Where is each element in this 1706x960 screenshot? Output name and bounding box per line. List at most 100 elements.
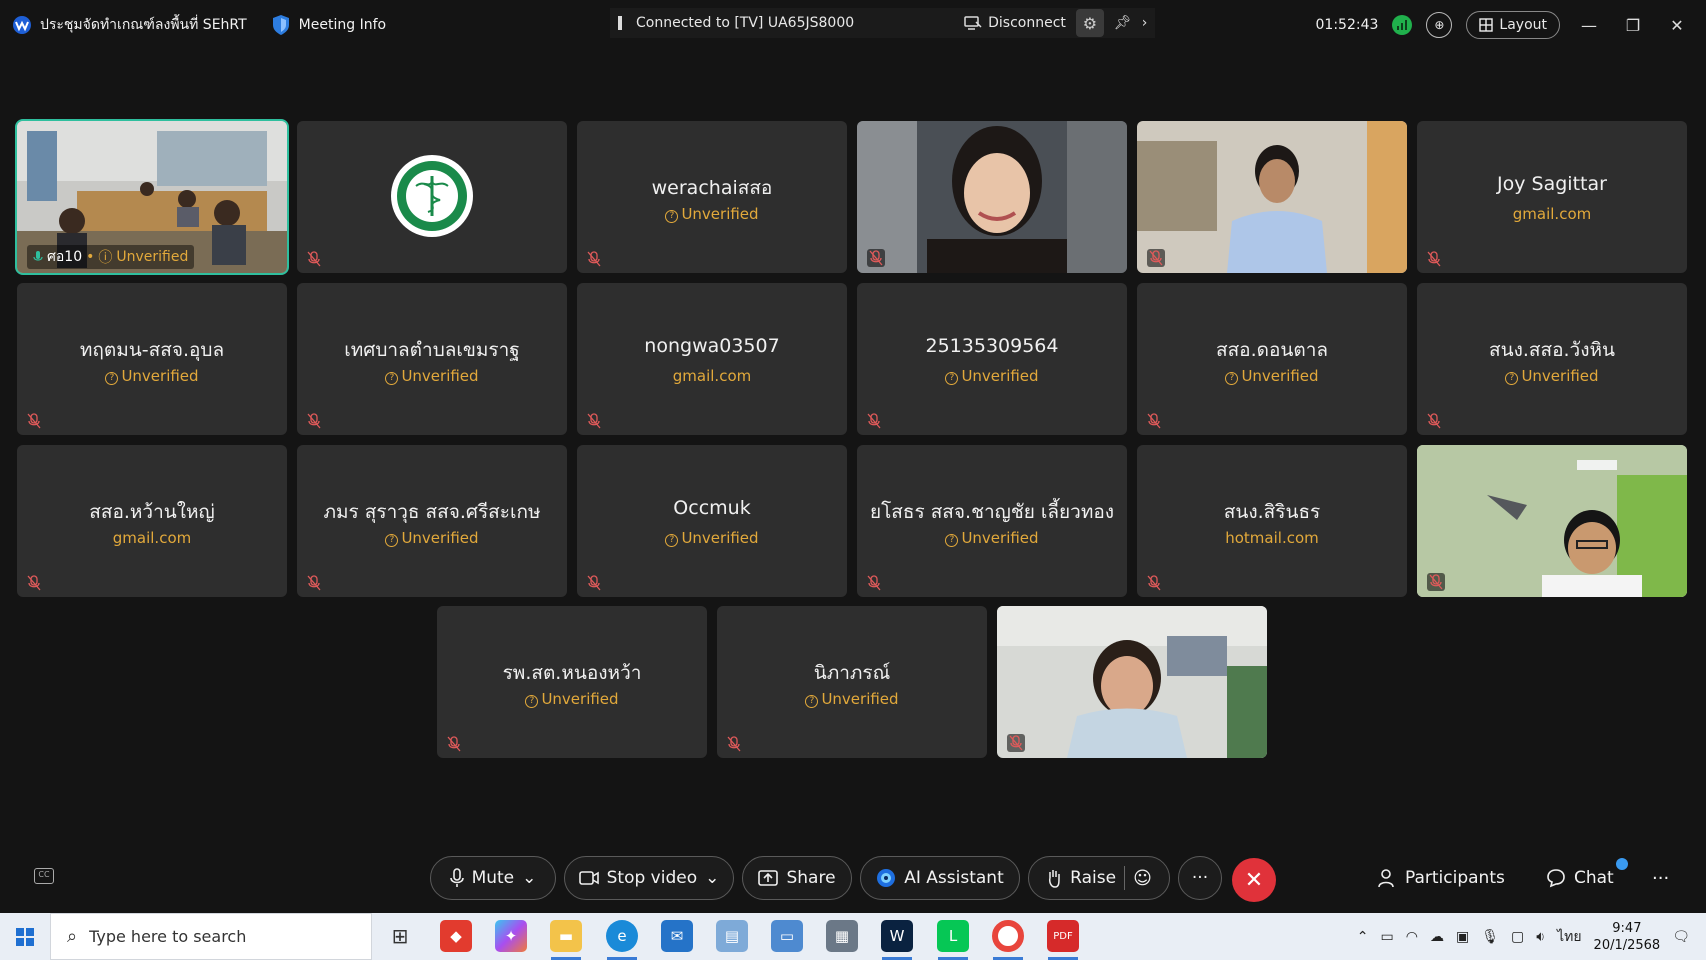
participant-tile[interactable]: werachaiสสอ ? Unverified bbox=[577, 121, 847, 273]
participant-tile[interactable]: สสอ.หว้านใหญ่ gmail.com bbox=[17, 445, 287, 597]
file-explorer-icon[interactable]: ▬ bbox=[550, 920, 582, 952]
participants-button[interactable]: Participants bbox=[1377, 868, 1505, 888]
pdf-editor-icon[interactable]: PDF bbox=[1047, 920, 1079, 952]
edge-browser-icon[interactable]: e bbox=[606, 920, 638, 952]
mail-icon[interactable]: ✉ bbox=[661, 920, 693, 952]
participant-tile[interactable]: 25135309564 ? Unverified bbox=[857, 283, 1127, 435]
microphone-tray-icon[interactable]: 🎙︎ bbox=[1481, 929, 1499, 945]
share-button[interactable]: Share bbox=[742, 856, 852, 900]
line-app-icon[interactable]: L bbox=[937, 920, 969, 952]
participant-name: ทฤตมน-สสจ.อุบล bbox=[79, 339, 225, 361]
mute-button[interactable]: Mute ⌄ bbox=[430, 856, 556, 900]
mic-muted-icon bbox=[1427, 251, 1441, 267]
participant-tile[interactable]: รพ.สต.หนองหว้า ? Unverified bbox=[437, 606, 707, 758]
participant-tile[interactable]: ยโสธร สสจ.ชาญชัย เลี้ยวทอง ? Unverified bbox=[857, 445, 1127, 597]
participant-status: ? Unverified bbox=[297, 367, 567, 385]
ai-assistant-icon bbox=[877, 869, 896, 887]
meet-icon[interactable]: ▣ bbox=[1456, 929, 1469, 945]
wifi-icon[interactable]: ◠ bbox=[1406, 929, 1418, 945]
video-tile[interactable] bbox=[1417, 445, 1687, 597]
meeting-info-link[interactable]: Meeting Info bbox=[299, 17, 386, 33]
reactions-icon[interactable]: ☺ bbox=[1133, 868, 1152, 889]
participant-tile-logo[interactable] bbox=[297, 121, 567, 273]
pin-icon[interactable]: 📌︎ bbox=[1114, 15, 1132, 31]
participant-name: ยโสธร สสจ.ชาญชัย เลี้ยวทอง bbox=[869, 501, 1115, 523]
camera-icon bbox=[578, 871, 599, 885]
video-tile-self[interactable]: ศอ10 • ⓘ Unverified bbox=[15, 119, 289, 275]
participant-tile[interactable]: Joy Sagittar gmail.com bbox=[1417, 121, 1687, 273]
webex-taskbar-icon[interactable]: W bbox=[881, 920, 913, 952]
chevron-up-icon[interactable]: ⌃ bbox=[1357, 929, 1369, 945]
video-tile[interactable] bbox=[857, 121, 1127, 273]
notepad-icon[interactable]: ▤ bbox=[716, 920, 748, 952]
language-indicator[interactable]: ไทย bbox=[1557, 926, 1581, 948]
minimize-icon[interactable]: — bbox=[1574, 16, 1604, 35]
app-icon[interactable]: ▭ bbox=[771, 920, 803, 952]
system-clock[interactable]: 9:47 20/1/2568 bbox=[1594, 920, 1661, 954]
mic-muted-icon bbox=[307, 251, 321, 267]
participant-name: สสอ.หว้านใหญ่ bbox=[89, 501, 215, 523]
task-view-icon[interactable]: ⊞ bbox=[384, 920, 416, 952]
mic-muted-icon bbox=[587, 575, 601, 591]
participant-tile[interactable]: ทฤตมน-สสจ.อุบล ? Unverified bbox=[17, 283, 287, 435]
closed-captions-icon[interactable]: CC bbox=[34, 868, 54, 884]
network-signal-icon[interactable] bbox=[1392, 15, 1413, 35]
notifications-icon[interactable]: 🗨︎ bbox=[1672, 929, 1690, 945]
drag-handle-icon[interactable] bbox=[618, 16, 622, 30]
chevron-down-icon[interactable]: ⌄ bbox=[522, 868, 536, 888]
mic-muted-icon bbox=[587, 413, 601, 429]
zoom-icon[interactable]: ⊕ bbox=[1426, 12, 1453, 38]
speaker-icon[interactable]: 🔉︎ bbox=[1536, 929, 1545, 945]
battery-icon[interactable]: ▭ bbox=[1381, 929, 1394, 945]
participant-domain: gmail.com bbox=[672, 367, 752, 385]
video-tile[interactable] bbox=[1137, 121, 1407, 273]
participant-status: ? Unverified bbox=[717, 690, 987, 708]
stop-video-button[interactable]: Stop video ⌄ bbox=[564, 856, 734, 900]
share-icon bbox=[758, 870, 779, 886]
calculator-icon[interactable]: ▦ bbox=[826, 920, 858, 952]
hand-icon[interactable] bbox=[1046, 868, 1062, 888]
participant-domain: gmail.com bbox=[112, 529, 192, 547]
search-placeholder: Type here to search bbox=[89, 927, 247, 946]
taskbar-search-input[interactable]: ⌕ Type here to search bbox=[50, 913, 372, 960]
microphone-icon bbox=[449, 868, 464, 887]
unverified-icon: ? bbox=[665, 534, 679, 547]
participant-video-feed bbox=[1417, 445, 1687, 597]
mic-muted-icon bbox=[307, 413, 321, 429]
participant-tile[interactable]: Occmuk ? Unverified bbox=[577, 445, 847, 597]
participant-tile[interactable]: นิภาภรณ์ ? Unverified bbox=[717, 606, 987, 758]
participant-tile[interactable]: สสอ.ดอนตาล ? Unverified bbox=[1137, 283, 1407, 435]
participant-tile[interactable]: ภมร สุราวุธ สสจ.ศรีสะเกษ ? Unverified bbox=[297, 445, 567, 597]
overflow-icon[interactable]: ··· bbox=[1652, 868, 1669, 889]
copilot-icon[interactable]: ✦ bbox=[495, 920, 527, 952]
anydesk-icon[interactable]: ◆ bbox=[440, 920, 472, 952]
end-call-button[interactable]: ✕ bbox=[1232, 858, 1276, 902]
participant-tile[interactable]: nongwa03507 gmail.com bbox=[577, 283, 847, 435]
video-tile[interactable] bbox=[997, 606, 1267, 758]
participant-tile[interactable]: เทศบาลตำบลเขมราฐ ? Unverified bbox=[297, 283, 567, 435]
chevron-right-icon[interactable]: › bbox=[1142, 15, 1148, 31]
title-right: 01:52:43 ⊕ Layout — ❐ ✕ bbox=[1316, 8, 1706, 42]
chrome-icon[interactable] bbox=[992, 920, 1024, 952]
display-icon[interactable]: ▢ bbox=[1511, 929, 1524, 945]
disconnect-button[interactable]: Disconnect bbox=[964, 15, 1066, 31]
chevron-down-icon[interactable]: ⌄ bbox=[705, 868, 719, 888]
ai-assistant-button[interactable]: AI Assistant bbox=[860, 856, 1020, 900]
participant-status: ? Unverified bbox=[1137, 367, 1407, 385]
unverified-icon: ? bbox=[945, 372, 959, 385]
restore-icon[interactable]: ❐ bbox=[1618, 16, 1648, 35]
self-name: ศอ10 bbox=[47, 249, 83, 265]
shield-icon[interactable] bbox=[271, 14, 291, 36]
participant-name: สนง.สิรินธร bbox=[1223, 501, 1321, 523]
participant-tile[interactable]: สนง.สสอ.วังหิน ? Unverified bbox=[1417, 283, 1687, 435]
windows-start-icon[interactable] bbox=[0, 913, 50, 960]
gear-icon[interactable]: ⚙ bbox=[1075, 9, 1104, 37]
raise-label[interactable]: Raise bbox=[1070, 868, 1116, 888]
cloud-icon[interactable]: ☁ bbox=[1430, 929, 1444, 945]
connection-bar: Connected to [TV] UA65JS8000 Disconnect … bbox=[610, 8, 1156, 38]
close-icon[interactable]: ✕ bbox=[1662, 16, 1692, 35]
more-options-button[interactable]: ··· bbox=[1178, 856, 1222, 900]
participant-tile[interactable]: สนง.สิรินธร hotmail.com bbox=[1137, 445, 1407, 597]
layout-button[interactable]: Layout bbox=[1466, 11, 1560, 39]
chat-button[interactable]: Chat bbox=[1546, 868, 1614, 888]
